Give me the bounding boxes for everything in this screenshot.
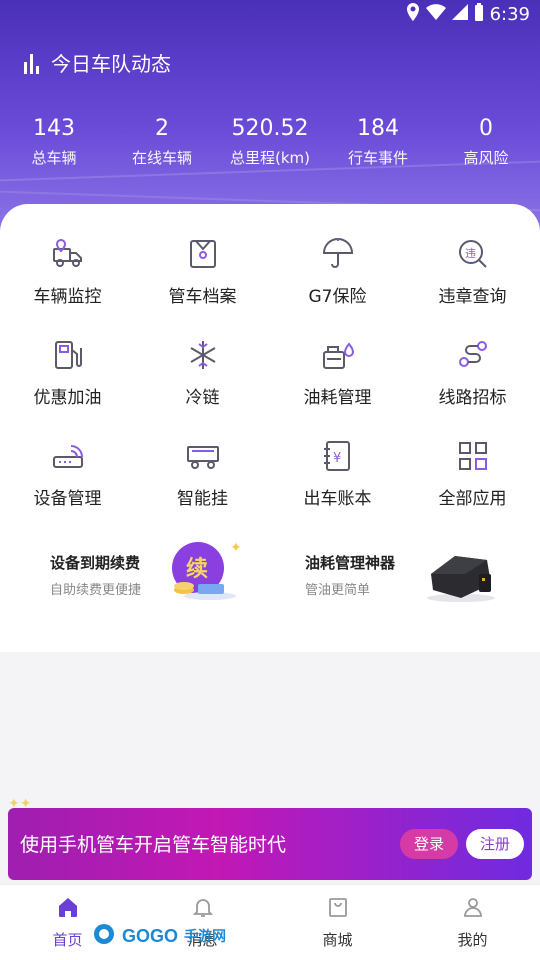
ledger-icon: ¥ — [318, 436, 358, 476]
router-icon — [48, 436, 88, 476]
app-label: G7保险 — [308, 287, 367, 307]
fuel-sensor-device-icon — [425, 544, 497, 608]
svg-text:✦: ✦ — [230, 540, 240, 556]
page-title: 今日车队动态 — [51, 52, 171, 76]
stats-bars-icon — [24, 52, 39, 74]
svg-text:¥: ¥ — [333, 451, 341, 466]
clock-time: 6:39 — [489, 3, 530, 25]
app-label: 油耗管理 — [303, 388, 372, 408]
grid-icon — [453, 436, 493, 476]
promo-subtitle: 自助续费更便捷 — [50, 583, 142, 598]
bottom-tab-bar: 首页 消息 商城 我的 — [0, 884, 540, 960]
svg-text:违: 违 — [465, 247, 476, 260]
stat-value: 0 — [479, 116, 493, 141]
archive-icon — [183, 234, 223, 274]
stat-total-vehicles[interactable]: 143 总车辆 — [0, 116, 108, 168]
app-label: 违章查询 — [438, 287, 507, 307]
umbrella-icon — [318, 234, 358, 274]
promo-title: 油耗管理神器 — [305, 554, 396, 572]
wifi-icon — [425, 3, 446, 25]
violation-search-icon: 违 — [453, 234, 493, 274]
tab-label: 商城 — [322, 931, 353, 949]
stat-value: 184 — [357, 116, 399, 141]
truck-location-icon — [48, 234, 88, 274]
stat-online-vehicles[interactable]: 2 在线车辆 — [108, 116, 216, 168]
status-bar: 6:39 — [0, 0, 540, 28]
app-vehicle-monitor[interactable]: 车辆监控 — [0, 234, 135, 307]
app-violation-query[interactable]: 违 违章查询 — [405, 234, 540, 307]
stat-driving-events[interactable]: 184 行车事件 — [324, 116, 432, 168]
home-icon — [56, 895, 80, 923]
stats-row: 143 总车辆 2 在线车辆 520.52 总里程(km) 184 行车事件 0… — [0, 116, 540, 168]
renewal-badge-icon: ✦ 续 — [170, 540, 242, 604]
signal-icon — [451, 3, 468, 25]
register-button[interactable]: 注册 — [466, 829, 524, 859]
tab-label: 我的 — [457, 931, 488, 949]
watermark-circle-icon — [92, 922, 116, 950]
promo-banner[interactable]: 使用手机管车开启管车智能时代 登录 注册 — [8, 808, 532, 880]
tab-mall[interactable]: 商城 — [270, 885, 405, 960]
promo-fuel-tool[interactable]: 油耗管理神器 管油更简单 — [285, 534, 540, 614]
stat-high-risk[interactable]: 0 高风险 — [432, 116, 540, 168]
location-icon — [406, 2, 420, 26]
stat-label: 在线车辆 — [131, 149, 192, 167]
shopping-bag-icon — [326, 895, 350, 923]
app-cold-chain[interactable]: 冷链 — [135, 335, 270, 408]
app-smart-trailer[interactable]: 智能挂 — [135, 436, 270, 509]
bell-icon — [191, 895, 215, 923]
stat-value: 2 — [155, 116, 169, 141]
hero-header — [0, 0, 540, 230]
trailer-icon — [183, 436, 223, 476]
fuel-pump-icon — [48, 335, 88, 375]
stat-label: 行车事件 — [347, 149, 408, 167]
app-panel: 车辆监控 管车档案 G7保险 违 违章查询 优惠加油 冷链 油耗管理 线路招标 … — [0, 204, 540, 652]
app-label: 线路招标 — [438, 388, 507, 408]
app-label: 优惠加油 — [33, 388, 102, 408]
app-label: 车辆监控 — [33, 287, 102, 307]
app-g7-insurance[interactable]: G7保险 — [270, 234, 405, 307]
banner-text: 使用手机管车开启管车智能时代 — [20, 834, 287, 856]
app-label: 全部应用 — [438, 489, 507, 509]
app-grid: 车辆监控 管车档案 G7保险 违 违章查询 优惠加油 冷链 油耗管理 线路招标 … — [0, 234, 540, 509]
app-vehicle-archive[interactable]: 管车档案 — [135, 234, 270, 307]
app-device-management[interactable]: 设备管理 — [0, 436, 135, 509]
promo-device-renewal[interactable]: 设备到期续费 自助续费更便捷 ✦ 续 — [30, 534, 290, 614]
stat-label: 总里程(km) — [229, 149, 310, 167]
battery-icon — [474, 2, 484, 26]
app-trip-ledger[interactable]: ¥ 出车账本 — [270, 436, 405, 509]
watermark-logo: GOGO 手游网 — [92, 922, 226, 950]
app-route-bidding[interactable]: 线路招标 — [405, 335, 540, 408]
stat-label: 高风险 — [463, 149, 509, 167]
app-all-apps[interactable]: 全部应用 — [405, 436, 540, 509]
app-label: 出车账本 — [303, 489, 372, 509]
promo-subtitle: 管油更简单 — [305, 583, 371, 598]
app-label: 智能挂 — [177, 489, 228, 509]
tab-label: 首页 — [52, 931, 83, 949]
app-discount-fuel[interactable]: 优惠加油 — [0, 335, 135, 408]
fleet-title: 今日车队动态 — [24, 48, 171, 77]
stat-value: 143 — [33, 116, 75, 141]
stat-value: 520.52 — [231, 116, 309, 141]
watermark-brand: GOGO — [122, 925, 179, 946]
tab-profile[interactable]: 我的 — [405, 885, 540, 960]
stat-label: 总车辆 — [31, 149, 77, 167]
login-button[interactable]: 登录 — [400, 829, 458, 859]
stat-total-mileage[interactable]: 520.52 总里程(km) — [216, 116, 324, 168]
watermark-suffix: 手游网 — [184, 929, 227, 945]
oil-drop-icon — [318, 335, 358, 375]
app-label: 设备管理 — [33, 489, 102, 509]
promo-title: 设备到期续费 — [50, 554, 141, 572]
app-label: 冷链 — [185, 388, 220, 408]
snowflake-icon — [183, 335, 223, 375]
app-fuel-consumption[interactable]: 油耗管理 — [270, 335, 405, 408]
renewal-badge-text: 续 — [186, 556, 208, 582]
route-icon — [453, 335, 493, 375]
app-label: 管车档案 — [168, 287, 237, 307]
user-icon — [461, 895, 485, 923]
